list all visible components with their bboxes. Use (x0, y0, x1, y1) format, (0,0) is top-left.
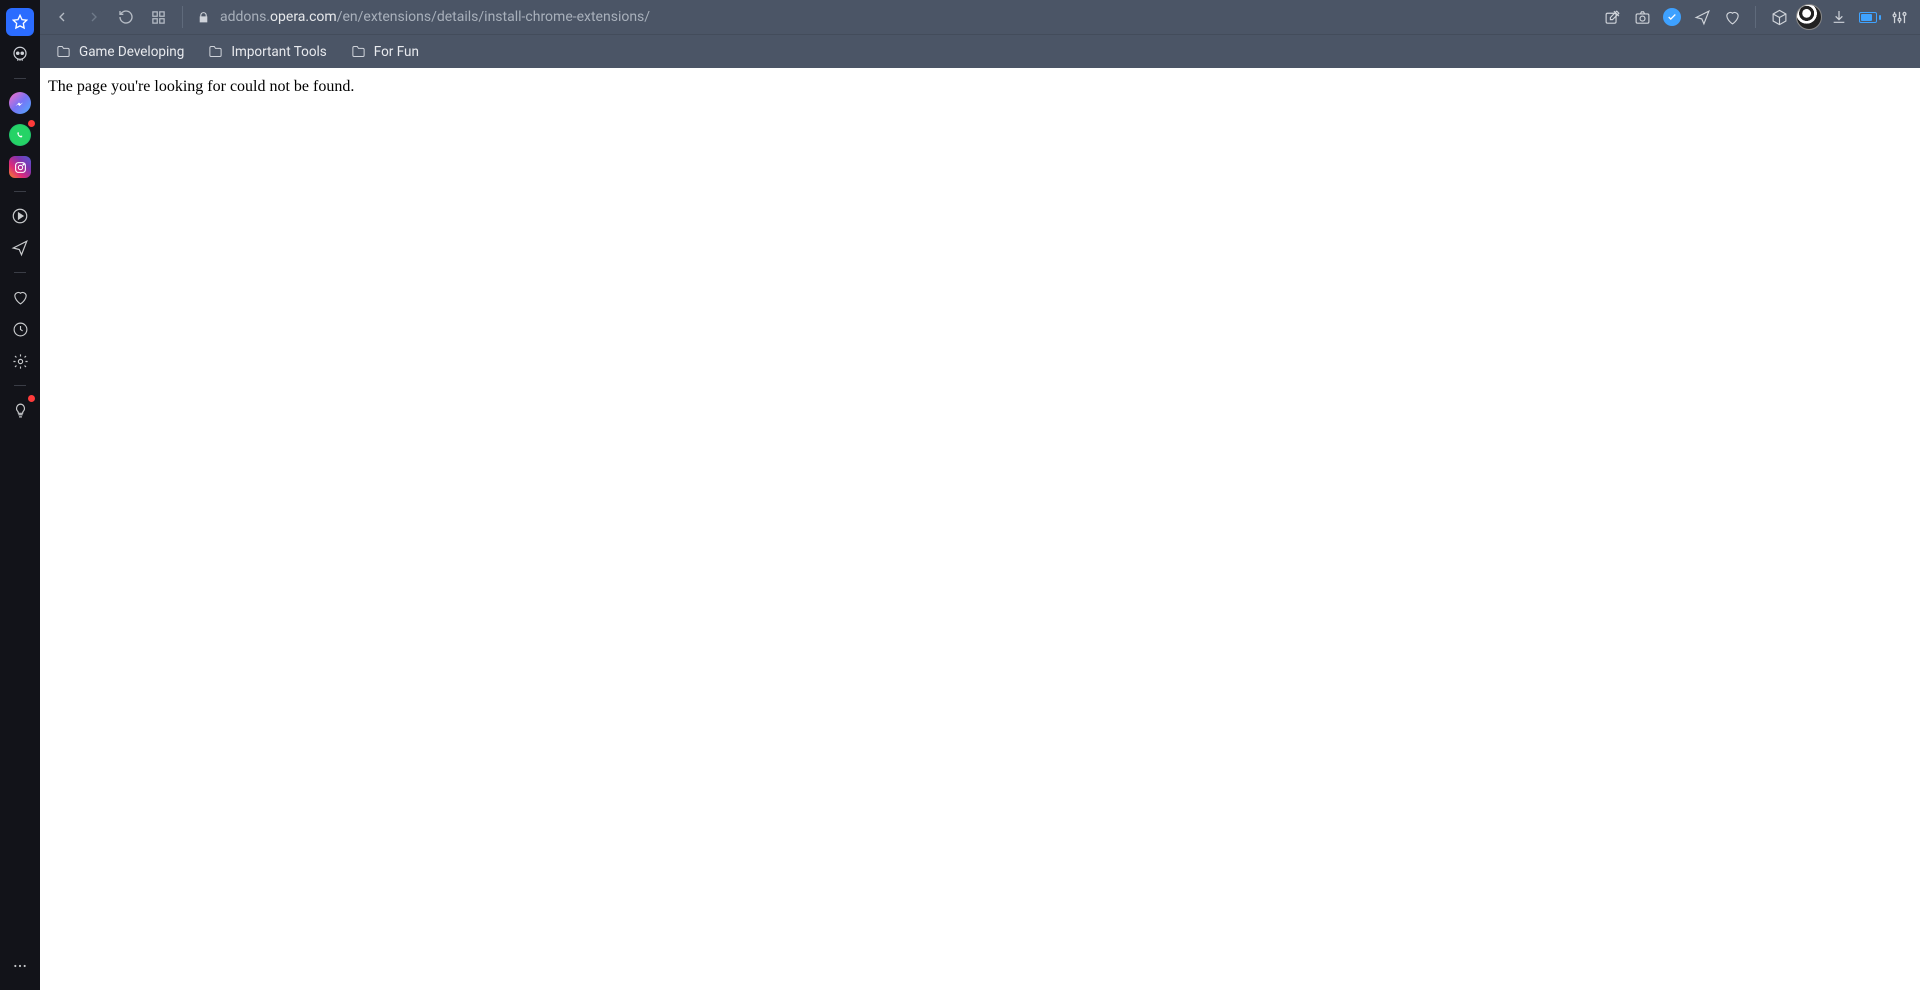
url-display: addons.opera.com/en/extensions/details/i… (220, 9, 650, 25)
instagram-icon (9, 156, 31, 178)
chevron-right-icon (86, 9, 102, 25)
not-found-message: The page you're looking for could not be… (48, 78, 1912, 96)
sidebar-instagram[interactable] (6, 153, 34, 181)
downloads-button[interactable] (1826, 4, 1852, 30)
sidebar-settings[interactable] (6, 347, 34, 375)
profile-avatar[interactable] (1796, 4, 1822, 30)
play-circle-icon (11, 207, 29, 225)
bookmark-folder-game-developing[interactable]: Game Developing (52, 40, 188, 64)
url-domain: opera.com (270, 9, 337, 25)
reload-icon (118, 9, 134, 25)
sidebar-divider (14, 272, 26, 273)
download-icon (1831, 9, 1847, 25)
chevron-left-icon (54, 9, 70, 25)
cube-icon (1771, 9, 1788, 26)
url-path: /en/extensions/details/install-chrome-ex… (337, 9, 650, 25)
folder-icon (56, 44, 71, 59)
pinboard-heart-button[interactable] (1719, 4, 1745, 30)
notification-dot (28, 395, 35, 402)
sidebar-more[interactable] (6, 952, 34, 980)
toolbar-right (1599, 4, 1912, 30)
sidebar-speed-dial[interactable] (6, 8, 34, 36)
back-button[interactable] (48, 3, 76, 31)
send-to-flow-button[interactable] (1689, 4, 1715, 30)
navigation-toolbar: addons.opera.com/en/extensions/details/i… (40, 0, 1920, 34)
easy-setup-button[interactable] (1886, 4, 1912, 30)
battery-icon (1859, 12, 1879, 23)
sidebar-send[interactable] (6, 234, 34, 262)
skull-icon (11, 45, 29, 63)
camera-icon (1634, 9, 1651, 26)
send-plane-icon (1694, 9, 1711, 26)
verified-icon (1663, 8, 1681, 26)
sidebar-skull-app[interactable] (6, 40, 34, 68)
bookmark-label: For Fun (374, 44, 419, 60)
bookmark-folder-important-tools[interactable]: Important Tools (204, 40, 330, 64)
gear-icon (12, 353, 29, 370)
forward-button[interactable] (80, 3, 108, 31)
notification-dot (28, 120, 35, 127)
bookmark-folder-for-fun[interactable]: For Fun (347, 40, 423, 64)
speed-dials-button[interactable] (144, 3, 172, 31)
grid-icon (151, 10, 166, 25)
folder-icon (351, 44, 366, 59)
page-content: The page you're looking for could not be… (40, 68, 1920, 990)
send-plane-icon (11, 239, 29, 257)
sliders-icon (1891, 9, 1908, 26)
sidebar-divider (14, 191, 26, 192)
star-outline-icon (12, 14, 28, 30)
left-sidebar (0, 0, 40, 990)
whatsapp-icon (9, 124, 31, 146)
bookmark-label: Important Tools (231, 44, 326, 60)
verified-badge-button[interactable] (1659, 4, 1685, 30)
more-horizontal-icon (12, 958, 28, 974)
main-area: addons.opera.com/en/extensions/details/i… (40, 0, 1920, 990)
sidebar-whatsapp[interactable] (6, 121, 34, 149)
battery-button[interactable] (1856, 4, 1882, 30)
sidebar-divider (14, 385, 26, 386)
reload-button[interactable] (112, 3, 140, 31)
extensions-button[interactable] (1766, 4, 1792, 30)
bookmark-label: Game Developing (79, 44, 184, 60)
sidebar-history[interactable] (6, 315, 34, 343)
sidebar-messenger[interactable] (6, 89, 34, 117)
lock-icon (197, 11, 210, 24)
sidebar-pinboards[interactable] (6, 283, 34, 311)
messenger-icon (9, 92, 31, 114)
toolbar-separator (1755, 6, 1756, 28)
clock-icon (12, 321, 29, 338)
toolbar-separator (182, 6, 183, 28)
heart-icon (1724, 9, 1741, 26)
folder-icon (208, 44, 223, 59)
snapshot-button[interactable] (1629, 4, 1655, 30)
screenshot-edit-icon (1604, 9, 1621, 26)
heart-icon (12, 289, 29, 306)
sidebar-player[interactable] (6, 202, 34, 230)
sidebar-divider (14, 78, 26, 79)
url-prefix: addons. (220, 9, 270, 25)
sidebar-hints[interactable] (6, 396, 34, 424)
bulb-icon (12, 402, 29, 419)
bookmark-bar: Game Developing Important Tools For Fun (40, 34, 1920, 68)
snapshot-edit-button[interactable] (1599, 4, 1625, 30)
address-bar[interactable]: addons.opera.com/en/extensions/details/i… (193, 9, 1595, 25)
